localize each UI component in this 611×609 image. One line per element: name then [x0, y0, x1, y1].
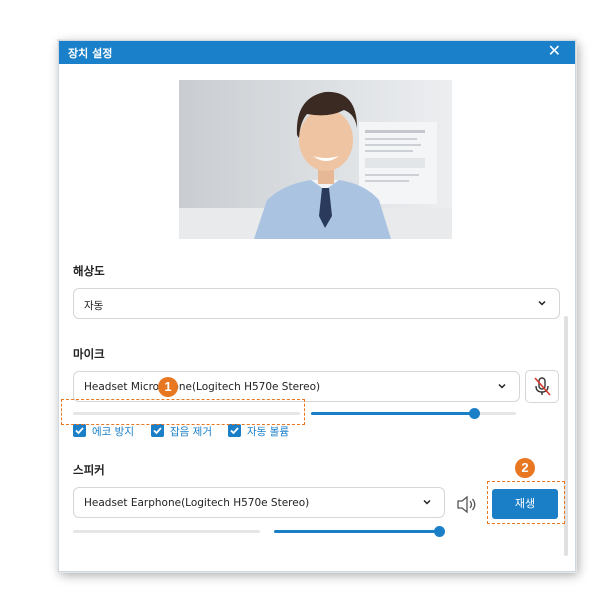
resolution-label: 해상도: [73, 264, 105, 278]
annotation-badge-2: 2: [515, 458, 535, 478]
checkbox-icon: [228, 424, 241, 437]
speaker-output-level-bar: [73, 530, 260, 533]
checkbox-icon: [73, 424, 86, 437]
annotation-badge-1: 1: [158, 377, 178, 397]
echo-cancel-label: 에코 방지: [92, 426, 134, 438]
chevron-down-icon: [498, 383, 506, 389]
checkbox-icon: [151, 424, 164, 437]
speaker-test-button[interactable]: [451, 489, 481, 520]
microphone-value: Headset Microphone(Logitech H570e Stereo…: [84, 381, 321, 393]
speaker-label: 스피커: [73, 463, 105, 477]
mic-mute-button[interactable]: [525, 370, 559, 403]
microphone-select[interactable]: Headset Microphone(Logitech H570e Stereo…: [73, 371, 520, 402]
speaker-volume-fill: [274, 530, 440, 533]
mic-volume-fill: [311, 412, 475, 415]
noise-suppression-label: 잡음 제거: [170, 426, 212, 438]
dialog-title: 장치 설정: [68, 47, 113, 60]
camera-preview: [179, 80, 452, 239]
resolution-value: 자동: [84, 300, 104, 312]
annotation-box-2: [487, 481, 565, 524]
speaker-icon: [457, 495, 476, 514]
annotation-box-1: [61, 399, 305, 425]
resolution-select[interactable]: 자동: [73, 288, 560, 319]
chevron-down-icon: [423, 499, 431, 505]
dialog-titlebar: 장치 설정 ✕: [59, 41, 575, 64]
microphone-label: 마이크: [73, 347, 105, 361]
speaker-volume-handle[interactable]: [434, 526, 445, 537]
speaker-value: Headset Earphone(Logitech H570e Stereo): [84, 497, 310, 509]
speaker-volume-slider[interactable]: [274, 526, 445, 537]
auto-volume-label: 자동 볼륨: [247, 426, 289, 438]
mic-muted-icon: [534, 377, 551, 396]
mic-volume-handle[interactable]: [469, 408, 480, 419]
mic-volume-slider[interactable]: [311, 408, 516, 419]
chevron-down-icon: [538, 300, 546, 306]
close-icon[interactable]: ✕: [548, 42, 561, 62]
speaker-select[interactable]: Headset Earphone(Logitech H570e Stereo): [73, 487, 445, 518]
